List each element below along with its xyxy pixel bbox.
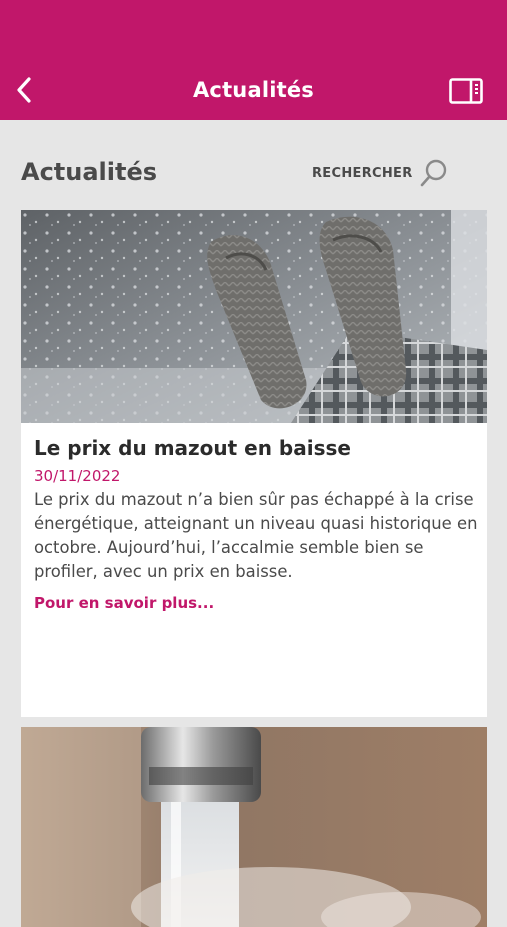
search-icon: [420, 159, 446, 187]
header-title: Actualités: [192, 78, 315, 102]
read-more-link[interactable]: Pour en savoir plus...: [34, 594, 214, 612]
article-card[interactable]: [21, 727, 487, 927]
search-button[interactable]: RECHERCHER: [312, 157, 449, 189]
search-label: RECHERCHER: [312, 165, 413, 181]
sidebar-toggle-button[interactable]: [448, 76, 484, 106]
article-card[interactable]: Le prix du mazout en baisse 30/11/2022 L…: [21, 210, 487, 717]
article-title[interactable]: Le prix du mazout en baisse: [34, 436, 351, 460]
article-image: [21, 210, 487, 423]
faucet-water-photo: [21, 727, 487, 927]
app-header: Actualités: [0, 0, 507, 120]
page-title: Actualités: [21, 158, 158, 186]
article-excerpt: Le prix du mazout n’a bien sûr pas échap…: [34, 490, 478, 581]
article-image: [21, 727, 487, 927]
sidebar-panel-icon: [449, 78, 483, 104]
socks-window-photo: [21, 210, 487, 423]
article-date: 30/11/2022: [34, 467, 121, 485]
